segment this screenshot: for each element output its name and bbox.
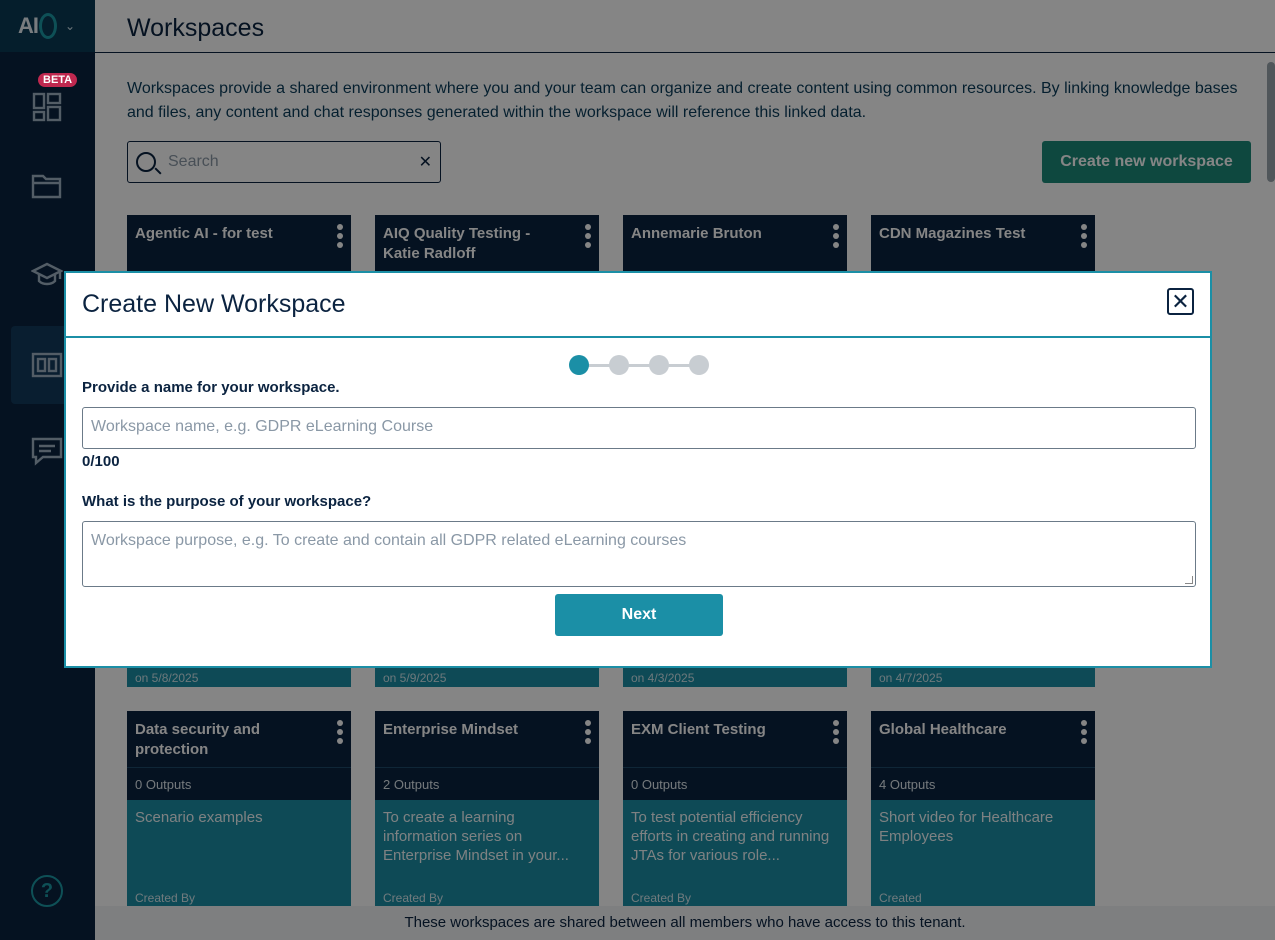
step-indicator bbox=[569, 355, 709, 375]
workspace-purpose-input[interactable]: Workspace purpose, e.g. To create and co… bbox=[82, 521, 1196, 587]
beta-badge: BETA bbox=[38, 73, 78, 87]
dialog-title: Create New Workspace bbox=[82, 290, 346, 318]
name-label: Provide a name for your workspace. bbox=[82, 379, 340, 396]
name-char-counter: 0/100 bbox=[82, 453, 120, 470]
purpose-label: What is the purpose of your workspace? bbox=[82, 493, 372, 510]
next-button[interactable]: Next bbox=[555, 594, 723, 636]
close-button[interactable]: ✕ bbox=[1167, 288, 1194, 315]
step-dot-4 bbox=[689, 355, 709, 375]
close-icon: ✕ bbox=[1171, 288, 1190, 314]
resize-handle[interactable] bbox=[1185, 576, 1193, 584]
create-workspace-dialog: Create New Workspace ✕ Provide a name fo… bbox=[64, 271, 1212, 668]
dialog-header: Create New Workspace ✕ bbox=[66, 273, 1210, 338]
workspace-name-input[interactable]: Workspace name, e.g. GDPR eLearning Cour… bbox=[82, 407, 1196, 449]
step-dot-3 bbox=[649, 355, 669, 375]
purpose-placeholder: Workspace purpose, e.g. To create and co… bbox=[91, 532, 687, 549]
step-dot-1 bbox=[569, 355, 589, 375]
step-dot-2 bbox=[609, 355, 629, 375]
